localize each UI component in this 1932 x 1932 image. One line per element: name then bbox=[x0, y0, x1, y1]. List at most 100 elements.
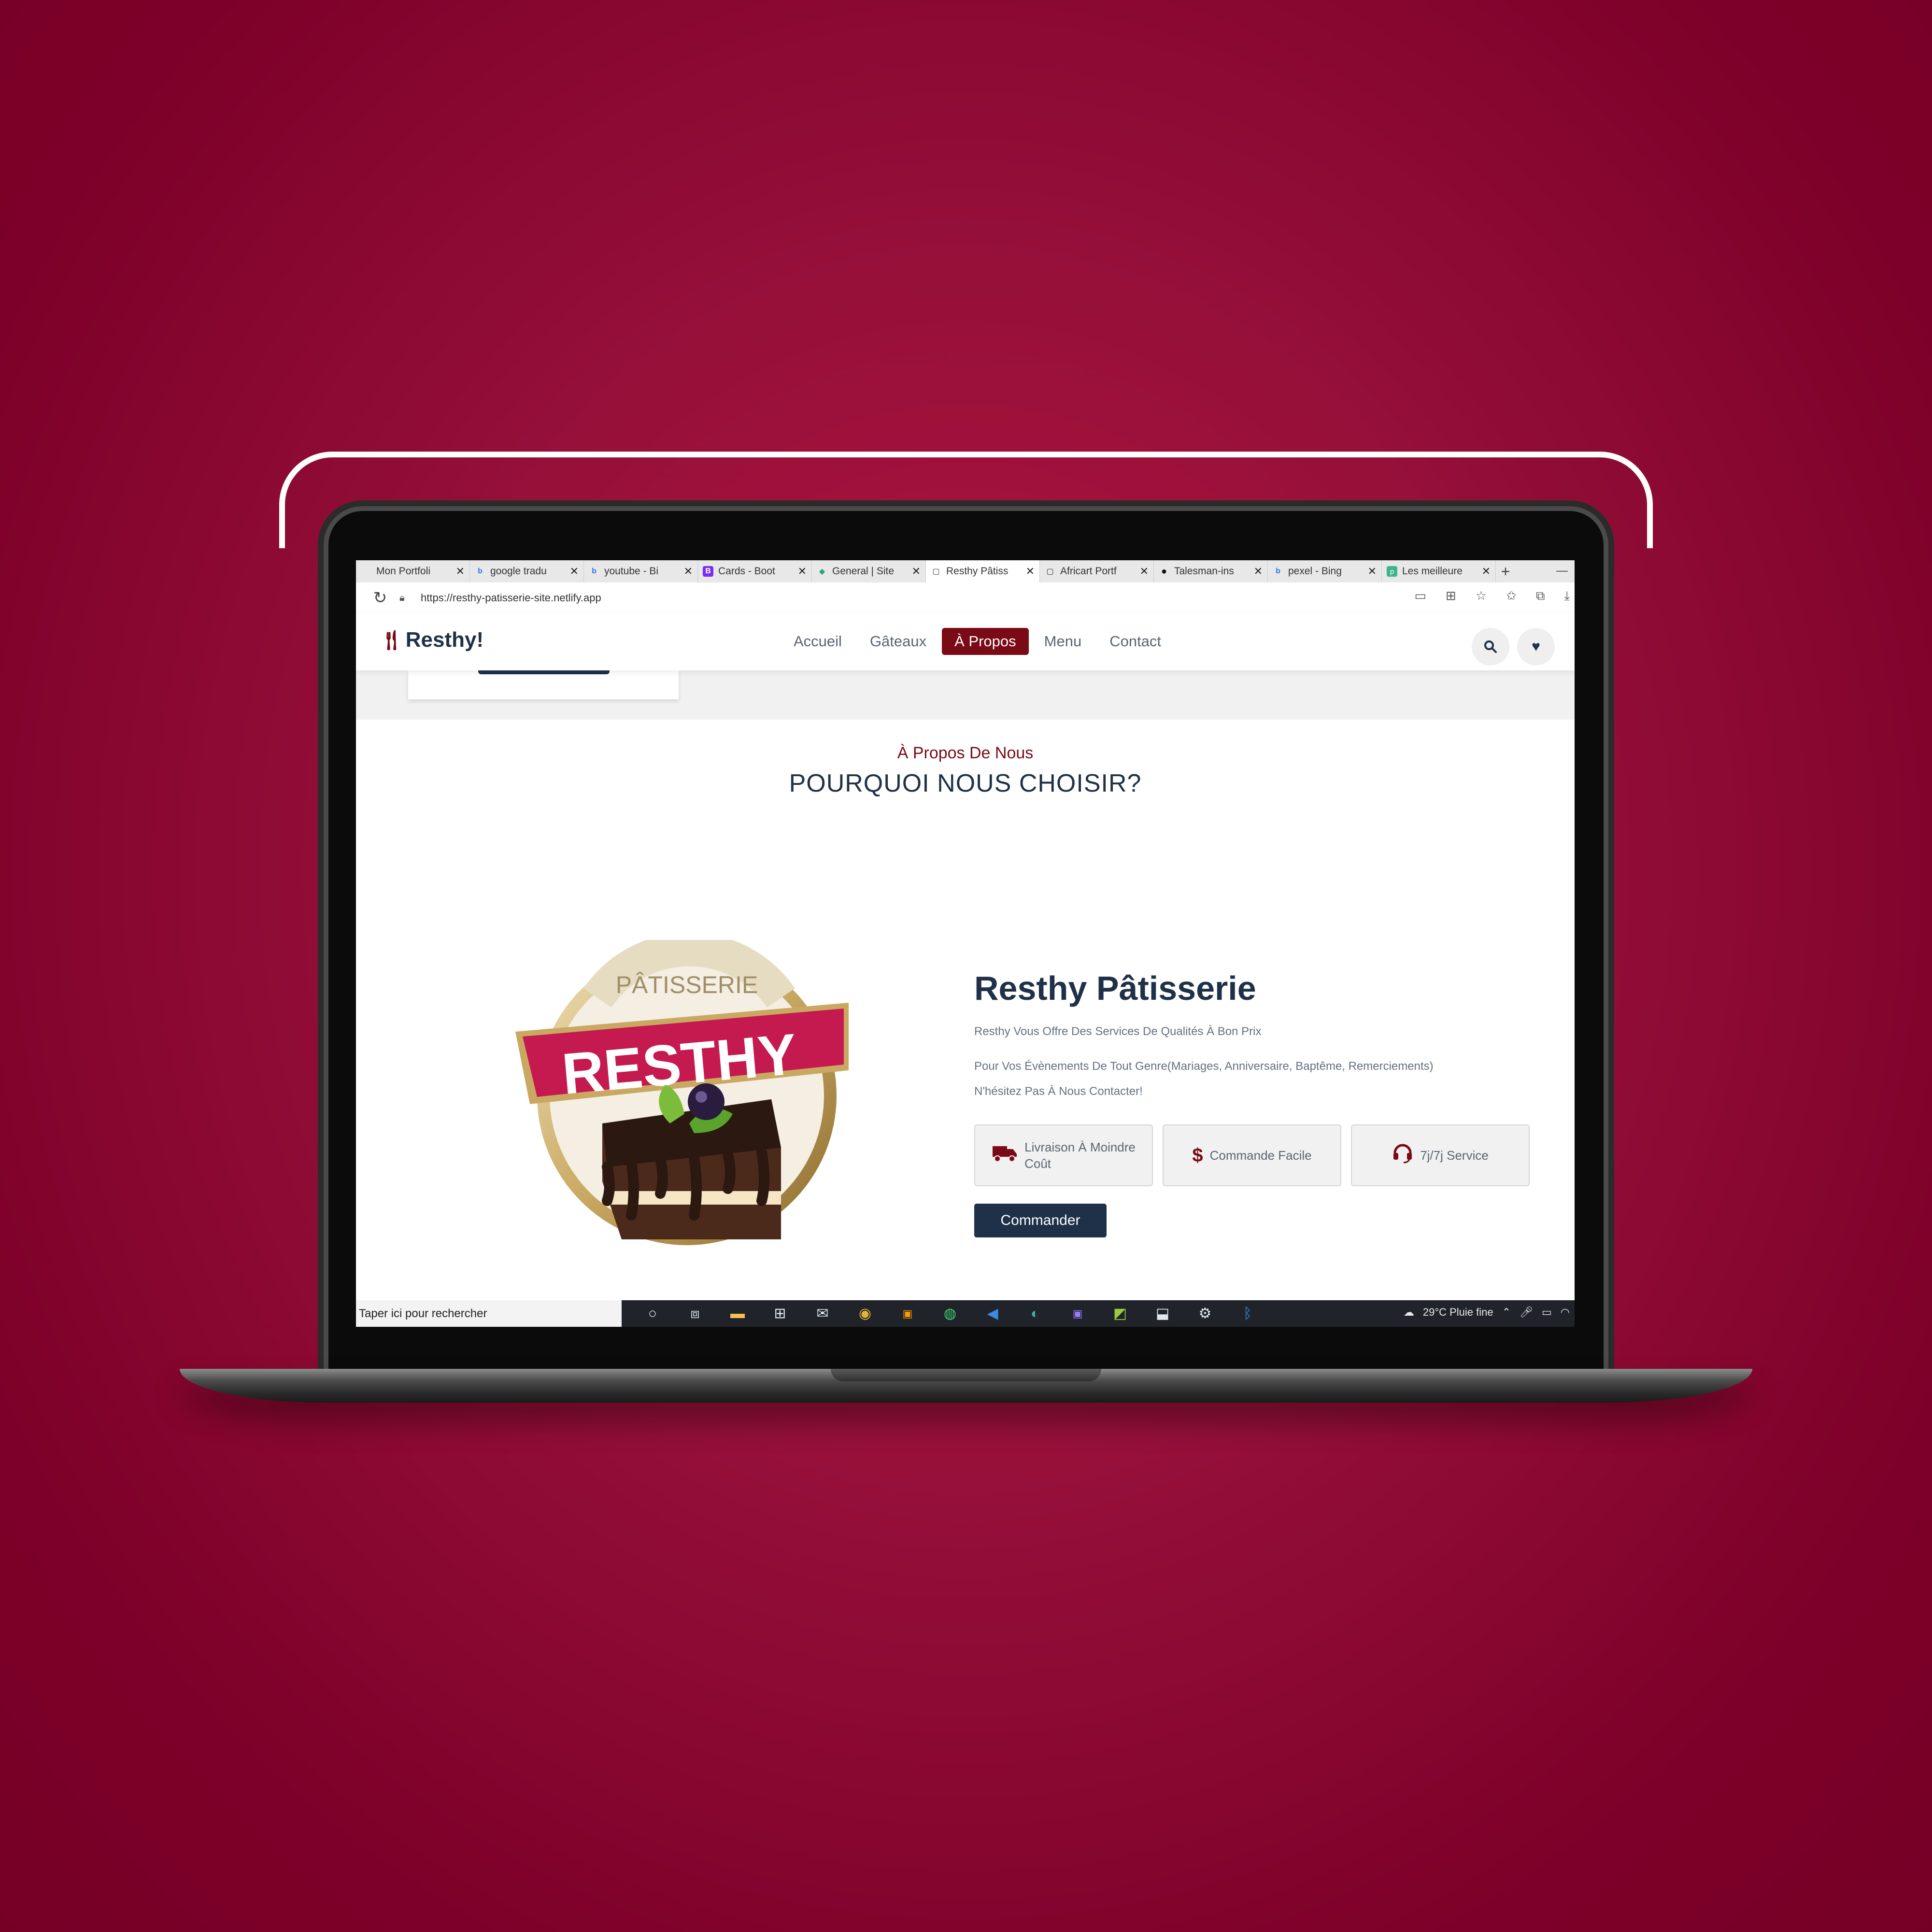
logo-text: Resthy! bbox=[405, 628, 484, 652]
close-icon[interactable]: ✕ bbox=[1140, 565, 1149, 578]
tab-label: General | Site bbox=[832, 566, 895, 577]
weather-text[interactable]: 29°C Pluie fine bbox=[1423, 1306, 1493, 1319]
url-field[interactable]: 🔒︎ https://resthy-patisserie-site.netlif… bbox=[399, 592, 601, 604]
partial-card bbox=[408, 670, 679, 699]
battery-icon[interactable]: ▭ bbox=[1542, 1306, 1552, 1319]
microphone-icon[interactable]: 🎤︎ bbox=[1520, 1306, 1533, 1319]
browser-tab[interactable]: B Cards - Boot ✕ bbox=[698, 560, 812, 582]
taskbar-apps: ○ ⧈ ▬ ⊞ ✉ ◉ ▣ ◍ ◀ ◐ ▣ ◩ ⬓ ⚙ ᛒ bbox=[631, 1300, 1269, 1327]
section-title: POURQUOI NOUS CHOISIR? bbox=[789, 769, 1142, 797]
browser-tab[interactable]: ◆ General | Site ✕ bbox=[812, 560, 926, 582]
new-tab-button[interactable]: + bbox=[1496, 563, 1515, 581]
favorite-add-icon[interactable]: ☆ bbox=[1476, 588, 1487, 604]
feature-label: Commande Facile bbox=[1209, 1148, 1312, 1163]
read-aloud-icon[interactable]: ▭ bbox=[1414, 588, 1426, 604]
browser-tab[interactable]: ▢ Africart Portf ✕ bbox=[1040, 560, 1154, 582]
browser-tab[interactable]: b youtube - Bi ✕ bbox=[584, 560, 698, 582]
settings-icon[interactable]: ⚙ bbox=[1184, 1300, 1226, 1327]
vscode-icon[interactable]: ◀ bbox=[971, 1300, 1014, 1327]
browser-tab[interactable]: b pexel - Bing ✕ bbox=[1268, 560, 1382, 582]
favorites-icon[interactable]: ✩ bbox=[1506, 588, 1517, 604]
partial-card-button[interactable] bbox=[478, 670, 610, 674]
browser-tab-active[interactable]: ▢ Resthy Pâtiss ✕ bbox=[926, 560, 1040, 582]
tab-label: Resthy Pâtiss bbox=[946, 566, 1009, 577]
search-button[interactable] bbox=[1472, 628, 1509, 666]
close-icon[interactable]: ✕ bbox=[1482, 565, 1491, 578]
task-view-icon[interactable]: ⧈ bbox=[674, 1300, 716, 1327]
chrome-icon[interactable]: ◉ bbox=[844, 1300, 886, 1327]
feature-card-delivery: Livraison À Moindre Coût bbox=[974, 1124, 1153, 1186]
badge-top-text: PÂTISSERIE bbox=[616, 971, 758, 998]
app-icon[interactable]: ⬓ bbox=[1141, 1300, 1184, 1327]
feature-label: Livraison À Moindre Coût bbox=[1024, 1140, 1136, 1171]
close-icon[interactable]: ✕ bbox=[1026, 565, 1035, 578]
favorites-button[interactable]: ♥ bbox=[1517, 628, 1555, 666]
tab-label: Talesman-ins bbox=[1174, 566, 1234, 577]
browser-tab[interactable]: Mon Portfoli ✕ bbox=[356, 560, 470, 582]
close-icon[interactable]: ✕ bbox=[570, 565, 579, 578]
wifi-icon[interactable]: ◠ bbox=[1561, 1306, 1570, 1319]
heart-icon: ♥ bbox=[1532, 639, 1540, 654]
close-icon[interactable]: ✕ bbox=[912, 565, 921, 578]
store-icon[interactable]: ⊞ bbox=[759, 1300, 801, 1327]
nav-link-gateaux[interactable]: Gâteaux bbox=[857, 628, 939, 655]
browser-tab[interactable]: p Les meilleure ✕ bbox=[1382, 560, 1496, 582]
laptop-notch bbox=[831, 1369, 1101, 1381]
tab-label: youtube - Bi bbox=[604, 566, 659, 577]
file-explorer-icon[interactable]: ▬ bbox=[716, 1300, 759, 1327]
nav-link-a-propos[interactable]: À Propos bbox=[942, 628, 1029, 655]
tab-label: Les meilleure bbox=[1402, 566, 1463, 577]
close-icon[interactable]: ✕ bbox=[1368, 565, 1377, 578]
browser-tab[interactable]: ● Talesman-ins ✕ bbox=[1154, 560, 1268, 582]
search-icon bbox=[1484, 640, 1497, 653]
bing-icon: b bbox=[592, 567, 597, 575]
close-icon[interactable]: ✕ bbox=[684, 565, 693, 578]
taskbar-search-input[interactable]: Taper ici pour rechercher bbox=[356, 1300, 622, 1327]
nav-links: Accueil Gâteaux À Propos Menu Contact bbox=[781, 628, 1177, 655]
resthy-logo-badge: PÂTISSERIE RESTHY bbox=[515, 940, 849, 1245]
tab-label: Cards - Boot bbox=[718, 566, 775, 577]
apps-icon[interactable]: ⊞ bbox=[1446, 588, 1456, 604]
close-icon[interactable]: ✕ bbox=[798, 565, 807, 578]
nav-link-contact[interactable]: Contact bbox=[1097, 628, 1174, 655]
nav-link-menu[interactable]: Menu bbox=[1032, 628, 1094, 655]
after-effects-icon[interactable]: ▣ bbox=[1056, 1300, 1099, 1327]
bing-icon: b bbox=[1276, 567, 1280, 575]
tab-label: Africart Portf bbox=[1060, 566, 1117, 577]
dollar-icon: $ bbox=[1192, 1144, 1203, 1166]
headset-icon bbox=[1392, 1142, 1413, 1168]
close-icon[interactable]: ✕ bbox=[1254, 565, 1263, 578]
reload-icon[interactable]: ↻ bbox=[366, 588, 395, 608]
nav-link-accueil[interactable]: Accueil bbox=[781, 628, 854, 655]
page-icon: ▢ bbox=[932, 568, 940, 576]
bing-icon: b bbox=[478, 567, 483, 575]
diamond-icon: ◆ bbox=[819, 568, 825, 576]
order-button[interactable]: Commander bbox=[974, 1204, 1107, 1237]
minimize-button[interactable]: — bbox=[1556, 564, 1568, 578]
collections-icon[interactable]: ⧉ bbox=[1536, 588, 1545, 604]
tab-label: pexel - Bing bbox=[1288, 566, 1342, 577]
app-icon[interactable]: ◩ bbox=[1099, 1300, 1141, 1327]
mail-icon[interactable]: ✉ bbox=[801, 1300, 844, 1327]
illustrator-icon[interactable]: ▣ bbox=[886, 1300, 929, 1327]
lock-icon: 🔒︎ bbox=[399, 592, 405, 603]
close-icon[interactable]: ✕ bbox=[456, 565, 465, 578]
feature-card-service: 7j/7j Service bbox=[1351, 1124, 1530, 1186]
url-text: https://resthy-patisserie-site.netlify.a… bbox=[421, 592, 601, 604]
edge-icon[interactable]: ◐ bbox=[1014, 1300, 1056, 1327]
address-bar: ↻ 🔒︎ https://resthy-patisserie-site.netl… bbox=[356, 582, 1575, 614]
features-row: Livraison À Moindre Coût $ Commande Faci… bbox=[974, 1124, 1530, 1186]
about-paragraph-1: Resthy Vous Offre Des Services De Qualit… bbox=[974, 1025, 1262, 1038]
bluetooth-icon[interactable]: ᛒ bbox=[1226, 1300, 1269, 1327]
page-icon bbox=[361, 566, 371, 577]
chevron-up-icon[interactable]: ⌃ bbox=[1502, 1306, 1511, 1319]
browser-tab[interactable]: b google tradu ✕ bbox=[470, 560, 584, 582]
download-icon[interactable]: ⤓ bbox=[1564, 588, 1570, 604]
feature-card-easy-order: $ Commande Facile bbox=[1163, 1124, 1341, 1186]
cortana-icon[interactable]: ○ bbox=[631, 1300, 674, 1327]
site-logo[interactable]: 🍴︎ Resthy! bbox=[379, 628, 483, 652]
page-icon: ▢ bbox=[1046, 568, 1054, 576]
site-navbar: 🍴︎ Resthy! Accueil Gâteaux À Propos Menu… bbox=[356, 613, 1575, 670]
whatsapp-icon[interactable]: ◍ bbox=[929, 1300, 971, 1327]
browser-tab-bar: Mon Portfoli ✕ b google tradu ✕ b youtub… bbox=[356, 560, 1575, 582]
